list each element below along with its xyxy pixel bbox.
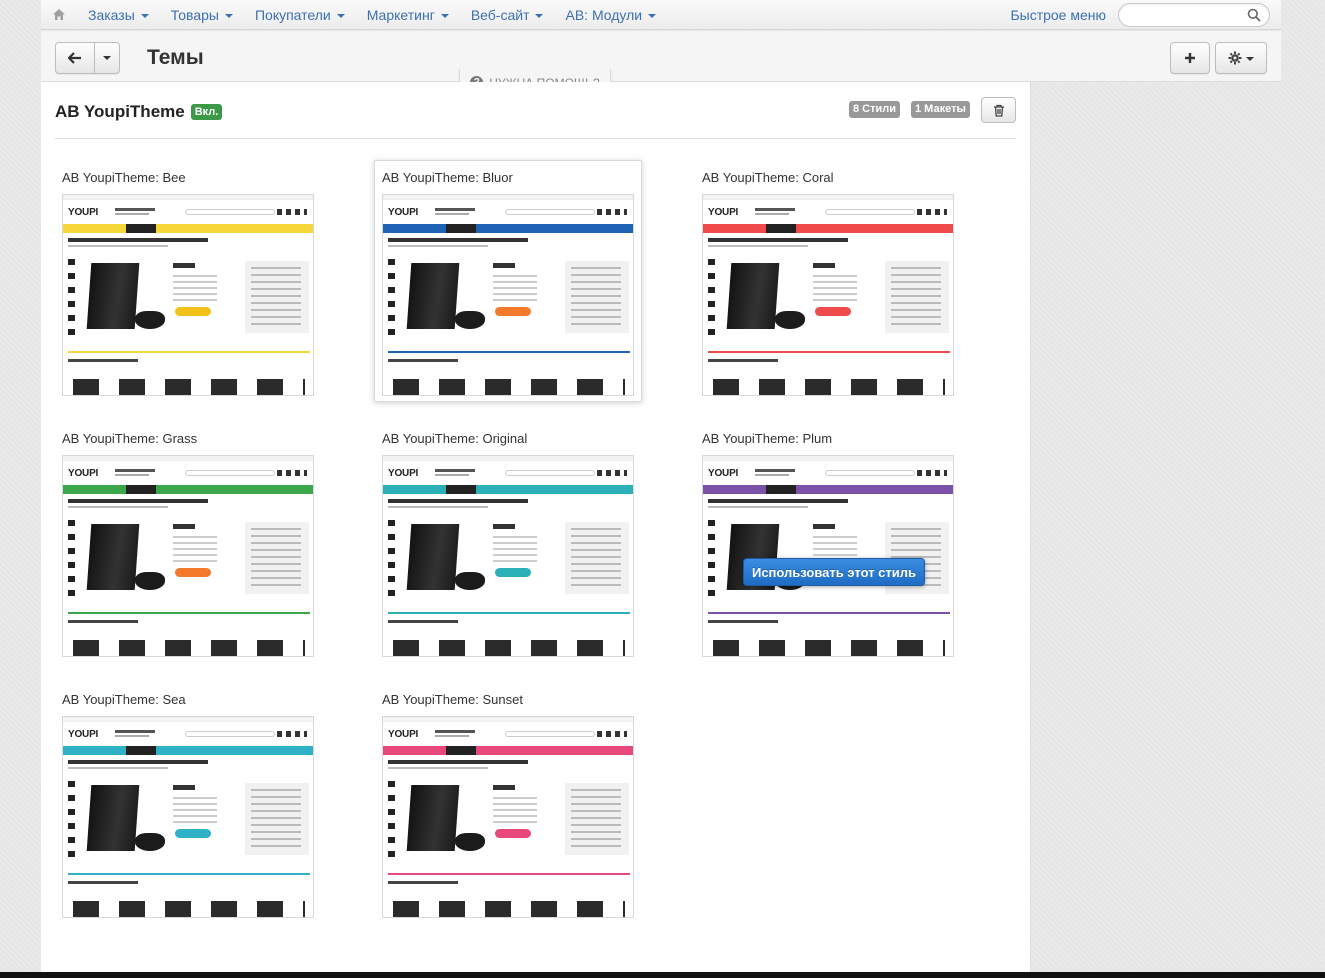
page-title: Темы: [147, 46, 204, 69]
preview-logo: YOUPI: [708, 468, 739, 479]
preview-logo: YOUPI: [388, 729, 419, 740]
main-panel: AB YoupiTheme Вкл. 8 Стили 1 Макеты AB Y…: [41, 82, 1031, 978]
nav-marketing-label: Маркетинг: [366, 6, 435, 23]
add-button[interactable]: [1170, 42, 1210, 74]
chevron-down-icon: [648, 13, 657, 18]
style-card-name: AB YoupiTheme: Coral: [702, 170, 834, 185]
search-input[interactable]: [1118, 3, 1270, 27]
back-button[interactable]: [55, 42, 95, 74]
preview-logo: YOUPI: [68, 468, 99, 479]
page-header: Темы: [41, 31, 1281, 82]
preview-logo: YOUPI: [388, 207, 419, 218]
theme-name: AB YoupiTheme: [55, 102, 185, 121]
home-icon[interactable]: [41, 0, 77, 30]
chevron-down-icon: [535, 13, 544, 18]
style-preview-thumbnail[interactable]: YOUPI Использовать этот стиль: [702, 455, 954, 657]
chevron-down-icon: [1246, 57, 1254, 61]
style-card[interactable]: AB YoupiTheme: Bluor YOUPI: [374, 160, 642, 402]
nav-products-label: Товары: [170, 6, 219, 23]
quick-menu-link[interactable]: Быстрое меню: [1010, 7, 1106, 23]
style-card-name: AB YoupiTheme: Sunset: [382, 692, 523, 707]
style-preview-thumbnail[interactable]: YOUPI: [62, 716, 314, 918]
style-card[interactable]: AB YoupiTheme: Plum YOUPI Использовать это…: [695, 422, 963, 664]
style-preview-thumbnail[interactable]: YOUPI: [62, 194, 314, 396]
history-dropdown-button[interactable]: [94, 42, 120, 74]
bottom-edge: [0, 972, 1325, 978]
style-card[interactable]: AB YoupiTheme: Original YOUPI: [375, 422, 643, 664]
trash-icon: [993, 104, 1004, 117]
styles-count-badge: 8 Стили: [849, 101, 901, 118]
style-card-name: AB YoupiTheme: Bluor: [382, 170, 513, 185]
preview-logo: YOUPI: [388, 468, 419, 479]
style-preview-thumbnail[interactable]: YOUPI: [382, 455, 634, 657]
chevron-down-icon: [224, 13, 233, 18]
preview-logo: YOUPI: [68, 729, 99, 740]
style-preview-thumbnail[interactable]: YOUPI: [702, 194, 954, 396]
gear-icon: [1228, 51, 1242, 65]
chevron-down-icon: [140, 13, 149, 18]
style-preview-thumbnail[interactable]: YOUPI: [382, 716, 634, 918]
style-card-name: AB YoupiTheme: Sea: [62, 692, 186, 707]
nav-ab-modules-label: AB: Модули: [565, 6, 643, 23]
nav-orders-label: Заказы: [88, 6, 135, 23]
nav-customers-label: Покупатели: [254, 6, 331, 23]
style-card[interactable]: AB YoupiTheme: Coral YOUPI: [695, 161, 963, 403]
chevron-down-icon: [336, 13, 345, 18]
nav-customers[interactable]: Покупатели: [244, 0, 356, 30]
nav-ab-modules[interactable]: AB: Модули: [554, 0, 667, 30]
style-card-name: AB YoupiTheme: Plum: [702, 431, 833, 446]
nav-website[interactable]: Веб-сайт: [460, 0, 555, 30]
nav-marketing[interactable]: Маркетинг: [356, 0, 460, 30]
top-navigation: Заказы Товары Покупатели Маркетинг Веб-с…: [41, 0, 1281, 30]
style-card[interactable]: AB YoupiTheme: Sunset YOUPI: [375, 683, 643, 925]
nav-products[interactable]: Товары: [160, 0, 244, 30]
style-preview-thumbnail[interactable]: YOUPI: [382, 194, 634, 396]
nav-orders[interactable]: Заказы: [77, 0, 160, 30]
style-card[interactable]: AB YoupiTheme: Grass YOUPI: [55, 422, 323, 664]
style-card[interactable]: AB YoupiTheme: Sea YOUPI: [55, 683, 323, 925]
divider: [55, 138, 1016, 139]
plus-icon: [1185, 53, 1195, 63]
style-card-name: AB YoupiTheme: Grass: [62, 431, 198, 446]
preview-logo: YOUPI: [708, 207, 739, 218]
settings-button[interactable]: [1215, 42, 1267, 74]
layouts-count-badge: 1 Макеты: [911, 101, 970, 118]
theme-title: AB YoupiTheme Вкл.: [55, 102, 223, 122]
use-style-button[interactable]: Использовать этот стиль: [743, 558, 925, 586]
style-card[interactable]: AB YoupiTheme: Bee YOUPI: [55, 161, 323, 403]
style-card-name: AB YoupiTheme: Bee: [62, 170, 186, 185]
preview-logo: YOUPI: [68, 207, 99, 218]
style-preview-thumbnail[interactable]: YOUPI: [62, 455, 314, 657]
chevron-down-icon: [440, 13, 449, 18]
delete-theme-button[interactable]: [981, 97, 1016, 123]
chevron-down-icon: [103, 56, 111, 60]
style-card-name: AB YoupiTheme: Original: [382, 431, 528, 446]
search-icon[interactable]: [1247, 8, 1261, 27]
arrow-left-icon: [68, 52, 81, 64]
nav-website-label: Веб-сайт: [470, 6, 530, 23]
status-badge: Вкл.: [190, 104, 223, 120]
